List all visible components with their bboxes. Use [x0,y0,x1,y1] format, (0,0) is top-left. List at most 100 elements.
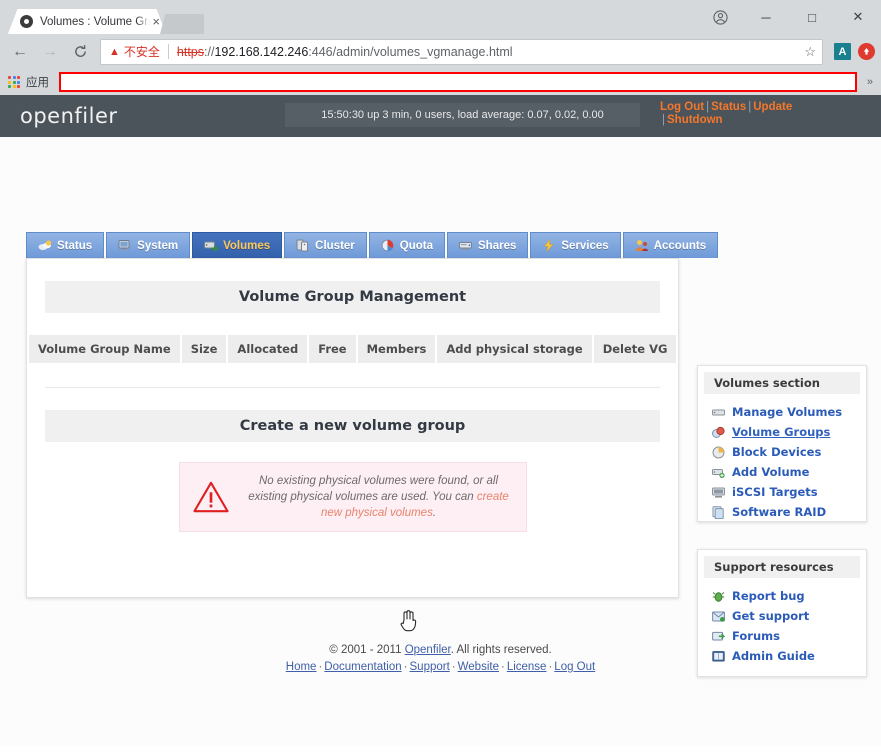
column-header-size: Size [182,335,227,363]
forward-button: → [36,38,64,66]
tab-label: Volumes [223,240,270,252]
tab-label: Services [561,240,608,252]
software-raid-icon [712,506,725,519]
url-scheme: https [177,45,204,59]
tab-volumes[interactable]: Volumes [192,232,282,258]
volume-groups-icon [712,426,725,439]
browser-chrome: Volumes : Volume Grou × ─ □ ✕ ← → ▲ 不安全 … [0,0,881,95]
profile-icon[interactable] [697,0,743,34]
volumes-section-title: Volumes section [704,372,860,394]
volumes-section-panel: Volumes section Manage Volumes Volume Gr… [697,365,867,522]
manage-volumes-icon [712,406,725,419]
sidebar-item-volume-groups[interactable]: Volume Groups [712,422,866,442]
page-footer: © 2001 - 2011 Openfiler. All rights rese… [0,642,881,676]
warning-text-before: No existing physical volumes were found,… [248,475,498,503]
header-link-status[interactable]: Status [711,101,746,113]
close-icon[interactable]: × [152,15,160,28]
column-header-delete-vg: Delete VG [594,335,677,363]
maximize-button[interactable]: □ [789,0,835,34]
header-link-update[interactable]: Update [753,101,792,113]
bookmarks-overflow-icon[interactable]: » [867,76,873,88]
warning-message: No existing physical volumes were found,… [244,473,514,521]
sidebar-link[interactable]: iSCSI Targets [732,485,818,499]
footer-link-website[interactable]: Website [458,661,499,673]
sidebar-link[interactable]: Forums [732,629,780,643]
bookmarks-highlight-box [59,72,857,92]
extension-a-icon[interactable]: A [834,43,851,60]
quota-icon [381,239,395,252]
apps-label[interactable]: 应用 [26,74,49,90]
sidebar-item-manage-volumes[interactable]: Manage Volumes [712,402,866,422]
footer-link-support[interactable]: Support [410,661,450,673]
system-status-text: 15:50:30 up 3 min, 0 users, load average… [285,103,640,127]
column-header-volume-group-name: Volume Group Name [29,335,180,363]
back-button[interactable]: ← [6,38,34,66]
new-tab-ghost[interactable] [160,14,204,34]
sidebar-link[interactable]: Software RAID [732,505,826,519]
page-body: Status System Volumes Cluster Quota Shar… [0,137,881,746]
header-link-logout[interactable]: Log Out [660,101,704,113]
bookmark-star-icon[interactable]: ☆ [798,44,816,60]
footer-link-logout[interactable]: Log Out [554,661,595,673]
url-path: :446/admin/volumes_vgmanage.html [308,45,512,59]
close-window-button[interactable]: ✕ [835,0,881,34]
sidebar-link[interactable]: Manage Volumes [732,405,842,419]
browser-titlebar: Volumes : Volume Grou × ─ □ ✕ [0,0,881,34]
footer-link-documentation[interactable]: Documentation [324,661,401,673]
sidebar-link[interactable]: Volume Groups [732,425,830,439]
main-content-panel: Volume Group Management Volume Group Nam… [26,258,679,598]
extension-orange-icon[interactable] [858,43,875,60]
tab-quota[interactable]: Quota [369,232,445,258]
tab-shares[interactable]: Shares [447,232,528,258]
page-title: Volume Group Management [45,281,660,313]
tab-label: Accounts [654,240,706,252]
openfiler-link[interactable]: Openfiler [405,644,451,656]
sidebar-link[interactable]: Get support [732,609,809,623]
cluster-icon [296,239,310,252]
sidebar-item-software-raid[interactable]: Software RAID [712,502,866,522]
sidebar-link[interactable]: Add Volume [732,465,809,479]
tab-label: Cluster [315,240,355,252]
support-resources-title: Support resources [704,556,860,578]
sidebar-link[interactable]: Block Devices [732,445,821,459]
warning-triangle-icon [192,480,230,514]
report-bug-icon [712,590,725,603]
footer-link-home[interactable]: Home [286,661,317,673]
browser-tab[interactable]: Volumes : Volume Grou × [8,9,166,34]
copyright-after: . All rights reserved. [451,644,552,656]
reload-button[interactable] [66,38,94,66]
browser-toolbar: ← → ▲ 不安全 https://192.168.142.246:446/ad… [0,34,881,69]
accounts-icon [635,239,649,252]
volumes-icon [204,239,218,252]
tab-status[interactable]: Status [26,232,104,258]
volume-group-table: Volume Group Name Size Allocated Free Me… [27,333,678,365]
main-navigation-tabs: Status System Volumes Cluster Quota Shar… [26,232,720,258]
sidebar-link[interactable]: Report bug [732,589,805,603]
tab-strip: Volumes : Volume Grou × [0,10,204,34]
insecure-indicator[interactable]: ▲ 不安全 [109,43,160,60]
address-bar[interactable]: ▲ 不安全 https://192.168.142.246:446/admin/… [100,39,823,65]
warning-triangle-icon: ▲ [109,46,120,58]
tab-title: Volumes : Volume Grou [40,16,150,28]
column-header-free: Free [309,335,355,363]
tab-label: Shares [478,240,516,252]
tab-cluster[interactable]: Cluster [284,232,367,258]
openfiler-favicon-icon [20,15,33,28]
sidebar-item-iscsi-targets[interactable]: iSCSI Targets [712,482,866,502]
sidebar-item-add-volume[interactable]: Add Volume [712,462,866,482]
block-devices-icon [712,446,725,459]
footer-dot: · [402,661,410,673]
tab-system[interactable]: System [106,232,190,258]
tab-accounts[interactable]: Accounts [623,232,718,258]
bookmarks-bar: 应用 » [0,69,881,95]
header-link-shutdown[interactable]: Shutdown [667,114,723,126]
minimize-button[interactable]: ─ [743,0,789,34]
sidebar-item-get-support[interactable]: Get support [712,606,866,626]
footer-link-license[interactable]: License [507,661,547,673]
sidebar-item-report-bug[interactable]: Report bug [712,586,866,606]
volumes-section-list: Manage Volumes Volume Groups Block Devic… [698,402,866,522]
tab-services[interactable]: Services [530,232,620,258]
apps-grid-icon[interactable] [8,76,20,88]
sidebar-item-block-devices[interactable]: Block Devices [712,442,866,462]
forums-icon [712,630,725,643]
